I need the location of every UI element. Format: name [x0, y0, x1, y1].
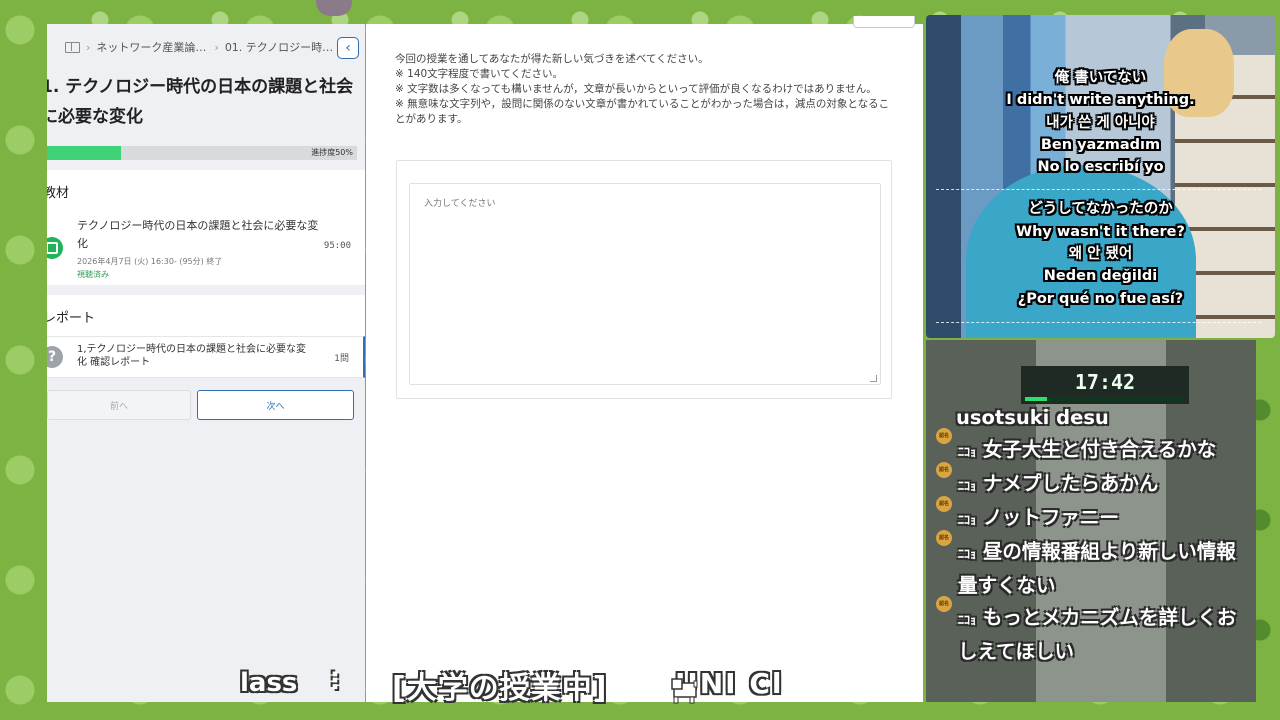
subtitle-line: ¿Por qué no fue así? [1017, 290, 1184, 307]
prev-button[interactable]: 前へ [47, 390, 191, 420]
chevron-right-icon: › [214, 40, 219, 54]
book-icon[interactable] [65, 41, 80, 53]
comment-source: ﾆｺｮ [958, 613, 977, 627]
material-title: テクノロジー時代の日本の課題と社会に必要な変化 [77, 219, 319, 250]
comment-source: ﾆｺｮ [958, 547, 977, 561]
materials-section: 教材 テクノロジー時代の日本の課題と社会に必要な変化 2026年4月7日 (火)… [47, 170, 365, 285]
viewer-badge-icon: 認名 [936, 462, 952, 478]
materials-heading: 教材 [47, 186, 70, 201]
chat-comment: 認名 ﾆｺｮ 女子大生と付き合えるかな [934, 428, 1252, 468]
timer-value: 17:42 [1074, 370, 1136, 394]
cat-sprite-icon [671, 678, 698, 704]
timer-bar-fill [1025, 397, 1048, 401]
viewer-badge-icon: 認名 [936, 496, 952, 512]
answer-frame [396, 160, 892, 399]
lesson-title: 1. テクノロジー時代の日本の課題と社会に必要な変化 [47, 77, 354, 127]
subtitle-line: どうしてなかったのか [1028, 201, 1173, 218]
chat-panel: 17:42 usotsuki desu 認名 ﾆｺｮ 女子大生と付き合えるかな … [926, 340, 1256, 702]
answer-textarea[interactable] [409, 183, 881, 385]
subtitle-line: 왜 안 됐어 [1068, 246, 1133, 263]
question-instructions: 今回の授業を通してあなたが得た新しい気づきを述べてください。 ※ 140文字程度… [395, 52, 890, 127]
chat-comment: usotsuki desu [934, 402, 1252, 434]
subtitle-line: Why wasn't it there? [1016, 223, 1185, 240]
chat-comment: 認名 ﾆｺｮ 昼の情報番組より新しい情報量すくない [934, 530, 1252, 602]
viewer-badge-icon: 認名 [936, 596, 952, 612]
breadcrumb: › ネットワーク産業論:… › 01. テクノロジー時代の [47, 24, 365, 70]
question-prompt: 今回の授業を通してあなたが得た新しい気づきを述べてください。 [395, 53, 709, 65]
question-panel: 今回の授業を通してあなたが得た新しい気づきを述べてください。 ※ 140文字程度… [366, 16, 923, 702]
material-status: 視聴済み [77, 270, 109, 279]
subtitle-line: 俺 書いてない [1054, 70, 1147, 86]
chat-comment: 認名 ﾆｺｮ ノットファニー [934, 496, 1252, 536]
breadcrumb-lesson[interactable]: 01. テクノロジー時代の [225, 39, 337, 55]
progress-bar: 進捗度50% [47, 146, 357, 160]
comment-text: ナメプしたらあかん [982, 472, 1159, 495]
viewer-badge-icon: 認名 [936, 428, 952, 444]
pager: 前へ 次へ [47, 390, 365, 420]
material-item[interactable]: テクノロジー時代の日本の課題と社会に必要な変化 2026年4月7日 (火) 16… [47, 211, 365, 285]
comment-text: 女子大生と付き合えるかな [982, 438, 1217, 461]
comment-source: ﾆｺｮ [958, 445, 977, 459]
comment-source: ﾆｺｮ [958, 479, 977, 493]
subtitle-line: Ben yazmadım [1040, 136, 1161, 153]
material-duration: 95:00 [323, 241, 351, 251]
comment-text: 昼の情報番組より新しい情報量すくない [958, 540, 1236, 597]
reports-section: レポート ? 1,テクノロジー時代の日本の課題と社会に必要な変化 確認レポート … [47, 295, 365, 378]
chat-comment: 認名 ﾆｺｮ ナメプしたらあかん [934, 462, 1252, 502]
chat-comments: usotsuki desu 認名 ﾆｺｮ 女子大生と付き合えるかな 認名 ﾆｺｮ… [934, 402, 1252, 668]
material-date: 2026年4月7日 (火) 16:30- (95分) 終了 [77, 257, 223, 266]
course-sidebar: › ネットワーク産業論:… › 01. テクノロジー時代の ‹ 1. テクノロジ… [47, 24, 365, 702]
reports-heading: レポート [47, 311, 96, 326]
progress-fill [47, 146, 122, 160]
resize-handle-icon[interactable] [870, 375, 877, 382]
subtitle-divider [936, 189, 1261, 190]
subtitle-line: 내가 쓴 게 아니야 [1046, 114, 1155, 131]
question-note-length: ※ 140文字程度で書いてください。 [395, 68, 564, 80]
subtitle-line: Neden değildi [1043, 268, 1158, 285]
comment-text: もっとメカニズムを詳しくおしえてほしい [958, 606, 1237, 663]
next-button[interactable]: 次へ [197, 390, 354, 420]
breadcrumb-course[interactable]: ネットワーク産業論:… [96, 39, 208, 55]
webcam-feed: 俺 書いてない I didn't write anything. 내가 쓴 게 … [926, 15, 1275, 338]
question-note-penalty: ※ 無意味な文字列や，設問に関係のない文章が書かれていることがわかった場合は，減… [395, 98, 890, 125]
progress-label: 進捗度50% [311, 148, 353, 157]
subtitle-divider [936, 322, 1261, 323]
chevron-left-icon: ‹ [345, 40, 351, 56]
video-complete-icon [47, 237, 63, 259]
top-action-button[interactable] [853, 16, 915, 28]
report-item[interactable]: ? 1,テクノロジー時代の日本の課題と社会に必要な変化 確認レポート 1問 [47, 336, 365, 378]
subtitle-line: I didn't write anything. [1006, 92, 1195, 109]
comment-text: usotsuki desu [956, 406, 1109, 429]
chevron-right-icon: › [86, 40, 91, 54]
stream-caption: [大学の授業中] [392, 671, 608, 706]
report-count: 1問 [334, 354, 349, 364]
collapse-sidebar-button[interactable]: ‹ [337, 37, 359, 59]
chat-comment: 認名 ﾆｺｮ もっとメカニズムを詳しくおしえてほしい [934, 596, 1252, 668]
brand-overlay: lass [240, 668, 298, 698]
question-icon: ? [47, 346, 63, 368]
comment-source: ﾆｺｮ [958, 513, 977, 527]
timer-bar [1025, 397, 1185, 401]
viewer-badge-icon: 認名 [936, 530, 952, 546]
dots-overlay: ⁝ [330, 666, 340, 696]
stream-timer: 17:42 [1021, 366, 1189, 404]
comment-text: ノットファニー [982, 506, 1119, 529]
report-title: 1,テクノロジー時代の日本の課題と社会に必要な変化 確認レポート [77, 344, 306, 368]
question-note-evaluation: ※ 文字数は多くなっても構いませんが，文章が長いからといって評価が良くなるわけで… [395, 83, 877, 95]
subtitle-line: No lo escribí yo [1037, 159, 1164, 176]
